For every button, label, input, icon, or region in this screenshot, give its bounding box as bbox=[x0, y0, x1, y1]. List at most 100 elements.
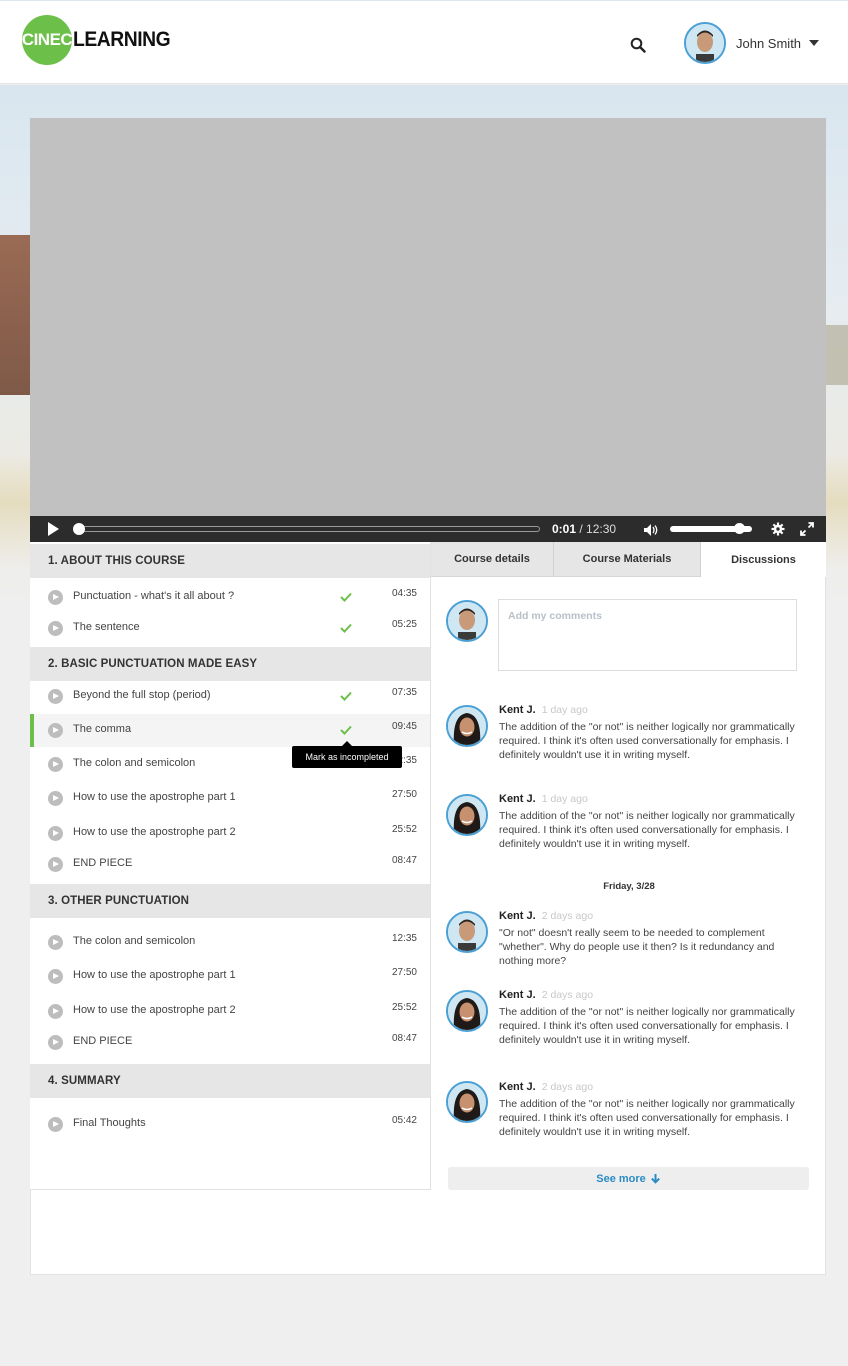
time-separator: / bbox=[576, 522, 587, 536]
search-icon[interactable] bbox=[630, 37, 650, 57]
avatar bbox=[446, 1081, 488, 1123]
arrow-down-icon bbox=[650, 1174, 660, 1184]
comment-header: Kent J. 2 days ago bbox=[499, 910, 593, 922]
lesson-item[interactable]: END PIECE 08:47 bbox=[30, 848, 430, 880]
check-icon[interactable] bbox=[340, 620, 354, 633]
lesson-duration: 09:45 bbox=[391, 721, 417, 732]
lesson-title: END PIECE bbox=[73, 857, 133, 869]
comment-author: Kent J. bbox=[499, 793, 536, 805]
lesson-duration: 25:52 bbox=[391, 824, 417, 835]
comment-author: Kent J. bbox=[499, 1081, 536, 1093]
comment-input[interactable] bbox=[498, 599, 797, 671]
tab-course-details[interactable]: Course details bbox=[431, 542, 554, 577]
play-circle-icon bbox=[48, 1117, 63, 1132]
user-name: John Smith bbox=[736, 35, 802, 51]
duration: 12:30 bbox=[586, 522, 617, 536]
lesson-item[interactable]: Final Thoughts 05:42 bbox=[30, 1108, 430, 1140]
tab-course-materials[interactable]: Course Materials bbox=[554, 542, 701, 577]
lesson-item[interactable]: How to use the apostrophe part 1 27:50 bbox=[30, 782, 430, 814]
section-header[interactable]: 2. BASIC PUNCTUATION MADE EASY bbox=[30, 647, 430, 681]
section-header[interactable]: 1. ABOUT THIS COURSE bbox=[30, 544, 430, 578]
progress-handle[interactable] bbox=[73, 523, 85, 535]
comment-text: The addition of the "or not" is neither … bbox=[499, 810, 795, 850]
see-more-label: See more bbox=[596, 1172, 646, 1185]
lesson-item[interactable]: The sentence 05:25 bbox=[30, 612, 430, 644]
play-circle-icon bbox=[48, 857, 63, 872]
volume-handle[interactable] bbox=[733, 523, 745, 534]
play-icon[interactable] bbox=[48, 522, 59, 536]
chevron-down-icon bbox=[809, 40, 820, 46]
comment-time: 1 day ago bbox=[541, 704, 588, 716]
play-circle-icon bbox=[48, 757, 63, 772]
lesson-item[interactable]: How to use the apostrophe part 2 25:52 bbox=[30, 995, 430, 1027]
lesson-item[interactable]: Beyond the full stop (period) 07:35 bbox=[30, 680, 430, 712]
course-outline: 1. ABOUT THIS COURSE Punctuation - what'… bbox=[30, 542, 431, 1190]
lesson-title: The colon and semicolon bbox=[73, 757, 196, 769]
play-circle-icon bbox=[48, 826, 63, 841]
lesson-title: Final Thoughts bbox=[73, 1117, 146, 1129]
comment-text: The addition of the "or not" is neither … bbox=[499, 1098, 795, 1138]
lesson-duration: 04:35 bbox=[391, 588, 417, 599]
comment-time: 2 days ago bbox=[541, 910, 594, 922]
comment-time: 2 days ago bbox=[541, 989, 594, 1001]
lesson-item-active[interactable]: The comma 09:45 bbox=[30, 714, 430, 747]
lesson-title: How to use the apostrophe part 1 bbox=[73, 791, 236, 803]
lesson-duration: 08:47 bbox=[391, 1033, 417, 1044]
lesson-title: How to use the apostrophe part 1 bbox=[73, 969, 236, 981]
lesson-item[interactable]: The colon and semicolon 12:35 bbox=[30, 926, 430, 958]
check-icon[interactable] bbox=[340, 589, 354, 602]
comment-text: The addition of the "or not" is neither … bbox=[499, 1006, 795, 1046]
avatar bbox=[446, 705, 488, 747]
check-icon[interactable] bbox=[340, 722, 354, 735]
play-circle-icon bbox=[48, 935, 63, 950]
logo[interactable]: CINEC LEARNING bbox=[22, 15, 179, 65]
section-header[interactable]: 4. SUMMARY bbox=[30, 1064, 430, 1098]
top-header: CINEC LEARNING John Smith bbox=[0, 0, 848, 84]
lesson-item[interactable]: How to use the apostrophe part 1 27:50 bbox=[30, 960, 430, 992]
play-circle-icon bbox=[48, 969, 63, 984]
comment-text: "Or not" doesn't really seem to be neede… bbox=[499, 927, 775, 967]
time-display: 0:01 / 12:30 bbox=[552, 522, 616, 536]
play-circle-icon bbox=[48, 791, 63, 806]
avatar bbox=[446, 911, 488, 953]
lesson-title: How to use the apostrophe part 2 bbox=[73, 826, 236, 838]
video-player[interactable] bbox=[30, 118, 826, 516]
comment-author: Kent J. bbox=[499, 704, 536, 716]
lesson-duration: 12:35 bbox=[391, 933, 417, 944]
section-header[interactable]: 3. OTHER PUNCTUATION bbox=[30, 884, 430, 918]
lesson-title: How to use the apostrophe part 2 bbox=[73, 1004, 236, 1016]
check-icon[interactable] bbox=[340, 688, 354, 701]
lesson-title: The sentence bbox=[73, 621, 140, 633]
lesson-title: The comma bbox=[73, 723, 132, 735]
comment-text: The addition of the "or not" is neither … bbox=[499, 721, 795, 761]
progress-bar[interactable] bbox=[73, 523, 540, 535]
volume-slider[interactable] bbox=[670, 523, 752, 534]
comment-header: Kent J. 2 days ago bbox=[499, 989, 593, 1001]
play-circle-icon bbox=[48, 590, 63, 605]
comment-time: 1 day ago bbox=[541, 793, 588, 805]
avatar bbox=[684, 22, 726, 64]
lesson-title: END PIECE bbox=[73, 1035, 133, 1047]
lesson-item[interactable]: How to use the apostrophe part 2 25:52 bbox=[30, 817, 430, 849]
play-circle-icon bbox=[48, 1004, 63, 1019]
see-more-button[interactable]: See more bbox=[448, 1167, 809, 1190]
video-controls: 0:01 / 12:30 bbox=[30, 516, 826, 542]
volume-icon[interactable] bbox=[644, 523, 660, 536]
avatar bbox=[446, 794, 488, 836]
tab-bar: Course details Course Materials Discussi… bbox=[431, 542, 826, 577]
current-time: 0:01 bbox=[552, 522, 577, 536]
lesson-duration: 05:25 bbox=[391, 619, 417, 630]
tab-discussions[interactable]: Discussions bbox=[701, 542, 826, 577]
fullscreen-icon[interactable] bbox=[800, 522, 814, 536]
play-circle-icon bbox=[48, 621, 63, 636]
lesson-duration: 27:50 bbox=[391, 967, 417, 978]
avatar bbox=[446, 600, 488, 642]
avatar bbox=[446, 990, 488, 1032]
mark-incomplete-tooltip: Mark as incompleted bbox=[292, 741, 402, 768]
logo-mark: CINEC bbox=[22, 15, 73, 65]
lesson-item[interactable]: END PIECE 08:47 bbox=[30, 1026, 430, 1058]
lesson-item[interactable]: Punctuation - what's it all about ? 04:3… bbox=[30, 581, 430, 613]
comment-header: Kent J. 1 day ago bbox=[499, 704, 588, 716]
user-menu[interactable]: John Smith bbox=[684, 21, 820, 65]
gear-icon[interactable] bbox=[771, 522, 785, 536]
